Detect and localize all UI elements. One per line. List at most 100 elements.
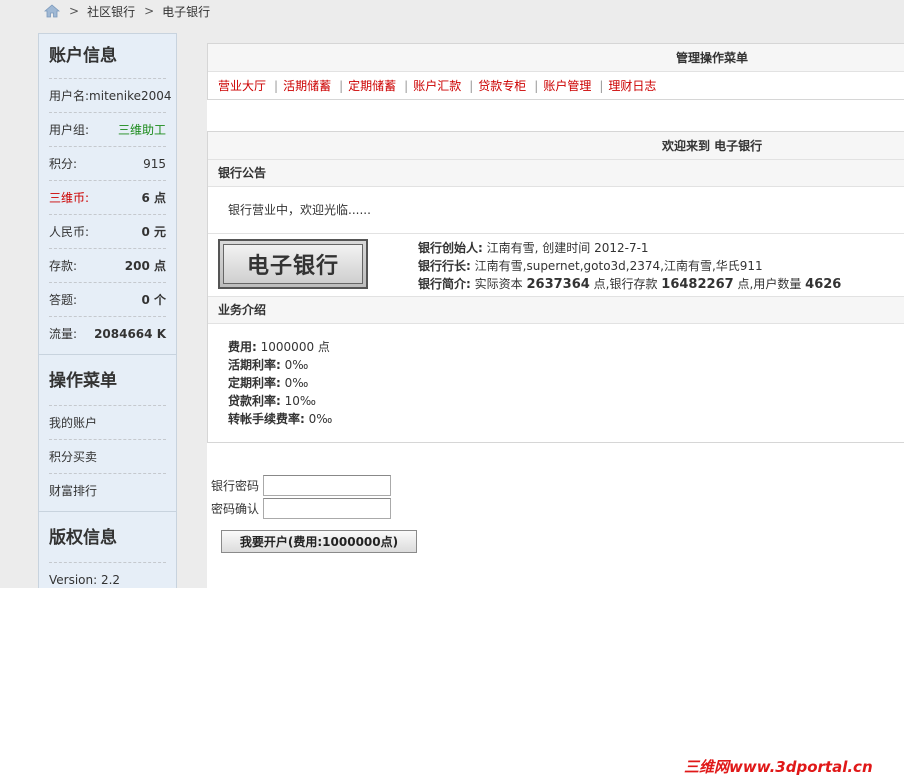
biz-label: 费用: [228, 340, 257, 354]
president-text: 江南有雪,supernet,goto3d,2374,江南有雪,华氏911 [474, 259, 763, 273]
menu-separator: | [404, 78, 409, 93]
notice-title: 银行公告 [208, 160, 904, 187]
account-row-value: 0 元 [141, 225, 166, 239]
biz-value: 0‰ [308, 412, 333, 426]
account-row-usergroup: 用户组: 三维助工 [49, 112, 166, 146]
menu-link-fixed-savings[interactable]: 定期储蓄 [348, 77, 396, 94]
biz-label: 转帐手续费率: [228, 412, 305, 426]
sidebar-item-label[interactable]: 我的账户 [49, 414, 97, 431]
confirm-row: 密码确认 [211, 497, 391, 520]
biz-label: 活期利率: [228, 358, 281, 372]
menu-separator: | [534, 78, 539, 93]
menu-link-hall[interactable]: 营业大厅 [218, 77, 266, 94]
account-row-label: 用户名: [49, 89, 90, 103]
account-row-rmb: 人民币: 0 元 [49, 214, 166, 248]
intro-line: 银行简介: 实际资本 2637364 点,银行存款 16482267 点,用户数… [418, 275, 841, 294]
account-row-username: 用户名: mitenike2004 [49, 78, 172, 112]
biz-row: 活期利率: 0‰ [228, 356, 904, 374]
menu-panel-title: 管理操作菜单 [208, 44, 904, 72]
confirm-password-field[interactable] [263, 498, 391, 519]
account-row-label: 用户组: [49, 123, 90, 137]
biz-value: 1000000 点 [260, 340, 330, 354]
capital-value: 2637364 [526, 277, 590, 292]
biz-label: 定期利率: [228, 376, 281, 390]
biz-value: 10‰ [284, 394, 317, 408]
account-row-value: 915 [143, 156, 166, 171]
account-row-value: 6 点 [141, 191, 166, 205]
account-row-coins: 三维币: 6 点 [49, 180, 166, 214]
intro-label: 银行简介: [418, 277, 471, 291]
sidebar-item-label[interactable]: 积分买卖 [49, 448, 97, 465]
president-label: 银行行长: [418, 259, 471, 273]
menu-separator: | [339, 78, 344, 93]
main-menu: 营业大厅 | 活期储蓄 | 定期储蓄 | 账户汇款 | 贷款专柜 | 账户管理 … [208, 72, 904, 99]
account-row-deposit: 存款: 200 点 [49, 248, 166, 282]
bank-logo-text: 电子银行 [223, 244, 363, 284]
copyright-title: 版权信息 [49, 528, 117, 548]
home-icon[interactable] [44, 4, 60, 18]
menu-separator: | [274, 78, 279, 93]
open-account-button[interactable]: 我要开户(费用:1000000点) [221, 530, 417, 553]
deposits-value: 16482267 [661, 277, 734, 292]
menu-separator: | [469, 78, 474, 93]
password-label: 银行密码 [211, 479, 260, 493]
account-row-value: 0 个 [141, 293, 166, 307]
bank-logo: 电子银行 [218, 239, 368, 289]
menu-separator: | [599, 78, 604, 93]
welcome-panel: 欢迎来到 电子银行 银行公告 银行营业中，欢迎光临...... 电子银行 银行创… [207, 131, 904, 443]
biz-value: 0‰ [284, 376, 309, 390]
menu-panel: 管理操作菜单 营业大厅 | 活期储蓄 | 定期储蓄 | 账户汇款 | 贷款专柜 … [207, 43, 904, 100]
site-watermark: 三维网www.3dportal.cn [684, 758, 873, 776]
account-row-traffic: 流量: 2084664 K [49, 316, 166, 350]
account-row-label: 存款: [49, 259, 78, 273]
account-row-label: 流量: [49, 327, 78, 341]
biz-label: 贷款利率: [228, 394, 281, 408]
menu-link-account-mgmt[interactable]: 账户管理 [543, 77, 591, 94]
biz-list: 费用: 1000000 点 活期利率: 0‰ 定期利率: 0‰ 贷款利率: 10… [208, 324, 904, 442]
users-value: 4626 [805, 277, 842, 292]
sidebar: 账户信息 用户名: mitenike2004 用户组: 三维助工 积分: 915… [38, 33, 177, 588]
intro-text: 点,银行存款 [593, 277, 658, 291]
breadcrumb-item-ebank[interactable]: 电子银行 [162, 3, 210, 20]
version-text: Version: 2.2 [49, 572, 121, 587]
account-row-label: 人民币: [49, 225, 90, 239]
biz-row: 费用: 1000000 点 [228, 338, 904, 356]
sidebar-item-points-trade[interactable]: 积分买卖 [49, 439, 166, 473]
breadcrumb-separator: > [144, 4, 155, 18]
menu-link-transfer[interactable]: 账户汇款 [413, 77, 461, 94]
account-row-value: 200 点 [124, 259, 166, 273]
menu-link-current-savings[interactable]: 活期储蓄 [283, 77, 331, 94]
biz-value: 0‰ [284, 358, 309, 372]
menu-link-loans[interactable]: 贷款专柜 [478, 77, 526, 94]
account-row-label: 三维币: [49, 191, 90, 205]
sidebar-item-my-account[interactable]: 我的账户 [49, 405, 166, 439]
account-row-points: 积分: 915 [49, 146, 166, 180]
founder-line: 银行创始人: 江南有雪, 创建时间 2012-7-1 [418, 239, 841, 257]
breadcrumb-item-community-bank[interactable]: 社区银行 [87, 3, 135, 20]
account-row-value: 2084664 K [94, 326, 166, 341]
password-row: 银行密码 [211, 474, 391, 497]
welcome-title: 欢迎来到 电子银行 [208, 132, 904, 160]
biz-row: 贷款利率: 10‰ [228, 392, 904, 410]
menu-link-finance-log[interactable]: 理财日志 [608, 77, 656, 94]
open-account-form: 银行密码 密码确认 我要开户(费用:1000000点) [211, 474, 417, 553]
account-row-answers: 答题: 0 个 [49, 282, 166, 316]
account-row-label: 积分: [49, 157, 78, 171]
notice-text: 银行营业中，欢迎光临...... [208, 187, 904, 234]
account-row-label: 答题: [49, 293, 78, 307]
bank-info-lines: 银行创始人: 江南有雪, 创建时间 2012-7-1 银行行长: 江南有雪,su… [418, 239, 841, 294]
founder-text: 江南有雪, 创建时间 2012-7-1 [486, 241, 649, 255]
biz-row: 转帐手续费率: 0‰ [228, 410, 904, 428]
account-row-value: 三维助工 [117, 123, 166, 137]
president-line: 银行行长: 江南有雪,supernet,goto3d,2374,江南有雪,华氏9… [418, 257, 841, 275]
biz-row: 定期利率: 0‰ [228, 374, 904, 392]
intro-text: 点,用户数量 [737, 277, 802, 291]
account-info-title: 账户信息 [49, 46, 117, 66]
bank-info: 电子银行 银行创始人: 江南有雪, 创建时间 2012-7-1 银行行长: 江南… [208, 234, 904, 297]
sidebar-item-label[interactable]: 财富排行 [49, 482, 97, 499]
sidebar-item-wealth-rank[interactable]: 财富排行 [49, 473, 166, 507]
founder-label: 银行创始人: [418, 241, 483, 255]
breadcrumb-separator: > [69, 4, 80, 18]
biz-title: 业务介绍 [208, 297, 904, 324]
password-field[interactable] [263, 475, 391, 496]
